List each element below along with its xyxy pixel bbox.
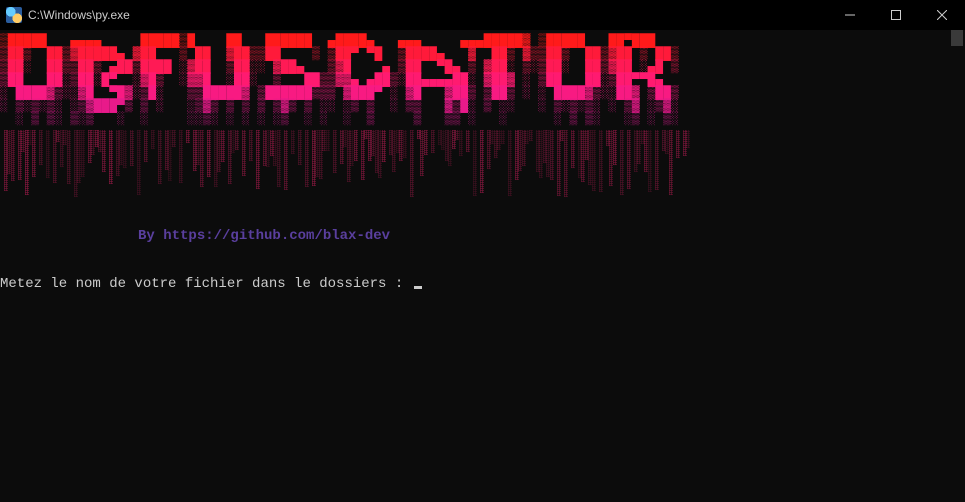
prompt-text: Metez le nom de votre fichier dans le do…: [0, 276, 412, 292]
close-button[interactable]: [919, 0, 965, 30]
credit-url: https://github.com/blax-dev: [163, 228, 390, 244]
prompt-line: Metez le nom de votre fichier dans le do…: [0, 276, 422, 292]
banner-drip-decoration: [0, 130, 700, 210]
scrollbar-up-indicator[interactable]: [951, 30, 963, 46]
credit-prefix: By: [138, 228, 163, 244]
scrollbar-track[interactable]: [949, 30, 965, 502]
terminal-area[interactable]: ▒█████ ▄▄▄▄ █████▒█ ██ ██████ ▄████▄ ▄▄▄…: [0, 30, 965, 502]
window-controls: [827, 0, 965, 30]
banner-line: ░ ▒ ▒░ ▒░▒ ░ ░ ░░▒░ ░ ░ ░ ░▒ ░ ░ ░ ▒ ▒ ▒…: [0, 111, 679, 126]
minimize-button[interactable]: [827, 0, 873, 30]
text-cursor: [414, 286, 422, 289]
app-icon: [6, 7, 22, 23]
credit-line: By https://github.com/blax-dev: [138, 228, 390, 244]
ascii-banner: ▒█████ ▄▄▄▄ █████▒█ ██ ██████ ▄████▄ ▄▄▄…: [0, 34, 679, 125]
maximize-button[interactable]: [873, 0, 919, 30]
window-title: C:\Windows\py.exe: [28, 8, 130, 22]
window-titlebar: C:\Windows\py.exe: [0, 0, 965, 30]
